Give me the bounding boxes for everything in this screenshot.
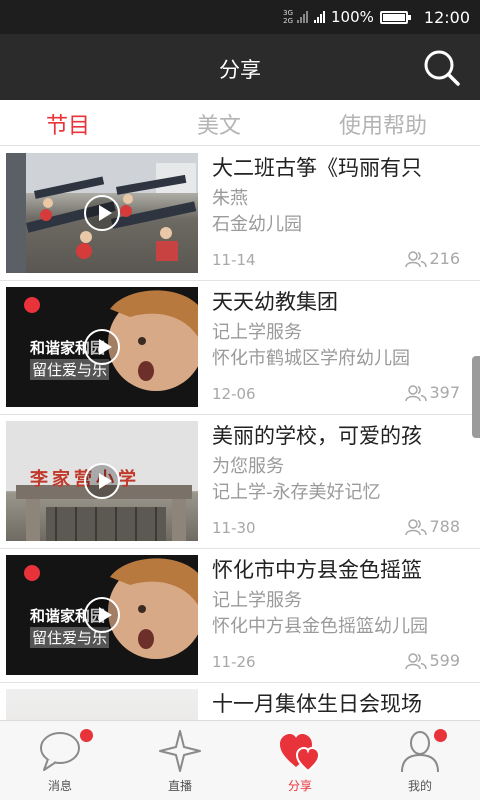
video-thumbnail[interactable]: 李家营小学: [6, 421, 198, 541]
views-count: 788: [429, 517, 460, 536]
nav-share[interactable]: 分享: [240, 721, 360, 800]
item-views: 397: [405, 383, 460, 402]
item-title: 大二班古筝《玛丽有只: [212, 156, 422, 180]
program-list[interactable]: 大二班古筝《玛丽有只 朱燕 石金幼儿园 11-14 216 和谐家和园 留住爱与…: [0, 147, 480, 720]
item-school: 怀化中方县金色摇篮幼儿园: [212, 616, 428, 637]
item-date: 11-14: [212, 251, 256, 269]
item-views: 216: [405, 249, 460, 268]
item-date: 11-30: [212, 519, 256, 537]
item-author: 记上学服务: [212, 590, 302, 611]
nav-label: 我的: [407, 779, 432, 793]
list-item[interactable]: 大二班古筝《玛丽有只 朱燕 石金幼儿园 11-14 216: [0, 147, 480, 281]
item-date: 12-06: [212, 385, 256, 403]
list-item[interactable]: 和谐家和园 留住爱与乐 怀化市中方县金色摇篮 记上学服务 怀化中方县金色摇篮幼儿…: [0, 549, 480, 683]
views-count: 397: [429, 383, 460, 402]
list-item[interactable]: 和谐家和园 留住爱与乐 天天幼教集团 记上学服务 怀化市鹤城区学府幼儿园 12-…: [0, 281, 480, 415]
network-type-bottom: 2G: [283, 17, 293, 25]
item-date: 11-26: [212, 653, 256, 671]
viewers-icon: [405, 518, 428, 535]
list-item[interactable]: 李家营小学 美丽的学校，可爱的孩 为您服务 记上学-永存美好记忆 11-30 7…: [0, 415, 480, 549]
video-thumbnail[interactable]: 和谐家和园 留住爱与乐: [6, 287, 198, 407]
star-icon: [159, 730, 201, 772]
play-icon: [84, 463, 120, 499]
tab-programs[interactable]: 节目: [46, 108, 90, 140]
item-title: 十一月集体生日会现场: [212, 692, 422, 716]
hearts-icon: [280, 734, 321, 773]
item-school: 怀化市鹤城区学府幼儿园: [212, 348, 410, 369]
clock: 12:00: [423, 7, 470, 27]
play-icon: [84, 195, 120, 231]
video-thumbnail[interactable]: [6, 689, 198, 720]
notification-badge: [80, 729, 93, 742]
search-button[interactable]: [422, 48, 462, 88]
nav-label: 直播: [167, 779, 192, 793]
battery-icon: [379, 10, 411, 24]
tab-bar: 节目 美文 使用帮助: [0, 100, 480, 146]
list-item[interactable]: 十一月集体生日会现场: [0, 683, 480, 720]
viewers-icon: [405, 384, 428, 401]
nav-profile[interactable]: 我的: [360, 721, 480, 800]
views-count: 599: [429, 651, 460, 670]
page-title: 分享: [219, 58, 261, 82]
network-type-top: 3G: [283, 9, 293, 17]
item-views: 788: [405, 517, 460, 536]
item-author: 为您服务: [212, 456, 284, 477]
scrollbar[interactable]: [472, 356, 480, 438]
nav-label: 分享: [287, 779, 312, 793]
item-author: 朱燕: [212, 188, 248, 209]
viewers-icon: [405, 250, 428, 267]
bottom-nav: 消息 直播 分享 我的: [0, 720, 480, 800]
status-bar: 3G 2G 100% 12:00: [0, 0, 480, 34]
item-author: 记上学服务: [212, 322, 302, 343]
message-bubble-icon: [40, 732, 80, 771]
item-school: 石金幼儿园: [212, 214, 302, 235]
nav-label: 消息: [47, 779, 72, 793]
nav-live[interactable]: 直播: [120, 721, 240, 800]
search-icon: [424, 50, 460, 86]
item-title: 天天幼教集团: [212, 290, 338, 314]
item-views: 599: [405, 651, 460, 670]
network-type: 3G 2G: [283, 9, 293, 25]
play-icon: [84, 597, 120, 633]
video-thumbnail[interactable]: [6, 153, 198, 273]
battery-percent: 100%: [331, 8, 374, 26]
signal-icon-1: [297, 11, 308, 23]
video-thumbnail[interactable]: 和谐家和园 留住爱与乐: [6, 555, 198, 675]
nav-messages[interactable]: 消息: [0, 721, 120, 800]
item-school: 记上学-永存美好记忆: [212, 482, 381, 503]
tab-help[interactable]: 使用帮助: [339, 108, 427, 140]
signal-icon-2: [314, 11, 325, 23]
app-screen: 3G 2G 100% 12:00 分享 节目 美文 使用帮助 大二班古筝《玛丽有…: [0, 0, 480, 800]
notification-badge: [434, 729, 447, 742]
title-bar: 分享: [0, 34, 480, 100]
play-icon: [84, 329, 120, 365]
tab-articles[interactable]: 美文: [197, 108, 241, 140]
viewers-icon: [405, 652, 428, 669]
views-count: 216: [429, 249, 460, 268]
item-title: 怀化市中方县金色摇篮: [212, 558, 422, 582]
item-title: 美丽的学校，可爱的孩: [212, 424, 422, 448]
